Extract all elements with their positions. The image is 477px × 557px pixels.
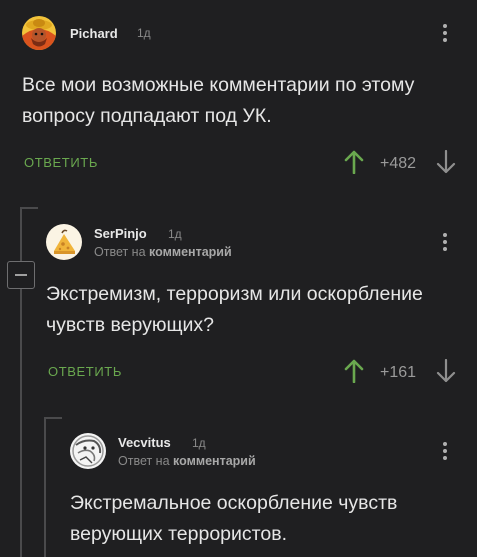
reply-to-link[interactable]: Ответ на комментарий [118, 454, 256, 468]
kebab-menu-icon[interactable] [438, 233, 452, 255]
collapse-minus-icon [15, 274, 27, 276]
arrow-down-icon[interactable] [436, 359, 456, 383]
reply-to-prefix: Ответ на [118, 454, 170, 468]
avatar-image [70, 433, 106, 469]
timestamp: 1д [192, 436, 206, 450]
reply-button[interactable]: ОТВЕТИТЬ [24, 155, 98, 170]
comment-text-line: Все мои возможные комментарии по этому [22, 74, 415, 96]
avatar-image [46, 224, 82, 260]
comment-text-line: верующих террористов. [70, 523, 288, 545]
comment-text-line: вопросу подпадают под УК. [22, 105, 272, 127]
comment-text-line: чувств верующих? [46, 314, 215, 336]
reply-to-prefix: Ответ на [94, 245, 146, 259]
username[interactable]: SerPinjo [94, 226, 147, 241]
reply-button[interactable]: ОТВЕТИТЬ [48, 364, 122, 379]
arrow-up-icon[interactable] [344, 150, 364, 174]
timestamp: 1д [168, 227, 182, 241]
arrow-up-icon[interactable] [344, 359, 364, 383]
username[interactable]: Pichard [70, 26, 118, 41]
comment-text-line: Экстремизм, терроризм или оскорбление [46, 283, 423, 305]
comment-text: Экстремизм, терроризм или оскорбление чу… [46, 279, 471, 341]
thread-branch-level-2 [44, 417, 62, 419]
avatar[interactable] [22, 16, 56, 50]
rating-value: +482 [380, 155, 417, 172]
comment-text: Все мои возможные комментарии по этому в… [22, 70, 467, 132]
thread-line-level-1 [20, 207, 22, 557]
reply-to-target[interactable]: комментарий [173, 454, 256, 468]
comment-text: Экстремальное оскорбление чувств верующи… [70, 488, 470, 550]
timestamp: 1д [137, 26, 151, 40]
username[interactable]: Vecvitus [118, 435, 171, 450]
avatar-image [22, 16, 56, 50]
kebab-menu-icon[interactable] [438, 442, 452, 464]
reply-to-link[interactable]: Ответ на комментарий [94, 245, 232, 259]
avatar[interactable] [70, 433, 106, 469]
reply-to-target[interactable]: комментарий [149, 245, 232, 259]
avatar[interactable] [46, 224, 82, 260]
collapse-thread-button[interactable] [7, 261, 35, 289]
kebab-menu-icon[interactable] [438, 24, 452, 46]
comment-text-line: Экстремальное оскорбление чувств [70, 492, 398, 514]
rating-value: +161 [380, 364, 417, 381]
thread-branch-level-1 [20, 207, 38, 209]
thread-line-level-2 [44, 417, 46, 557]
arrow-down-icon[interactable] [436, 150, 456, 174]
